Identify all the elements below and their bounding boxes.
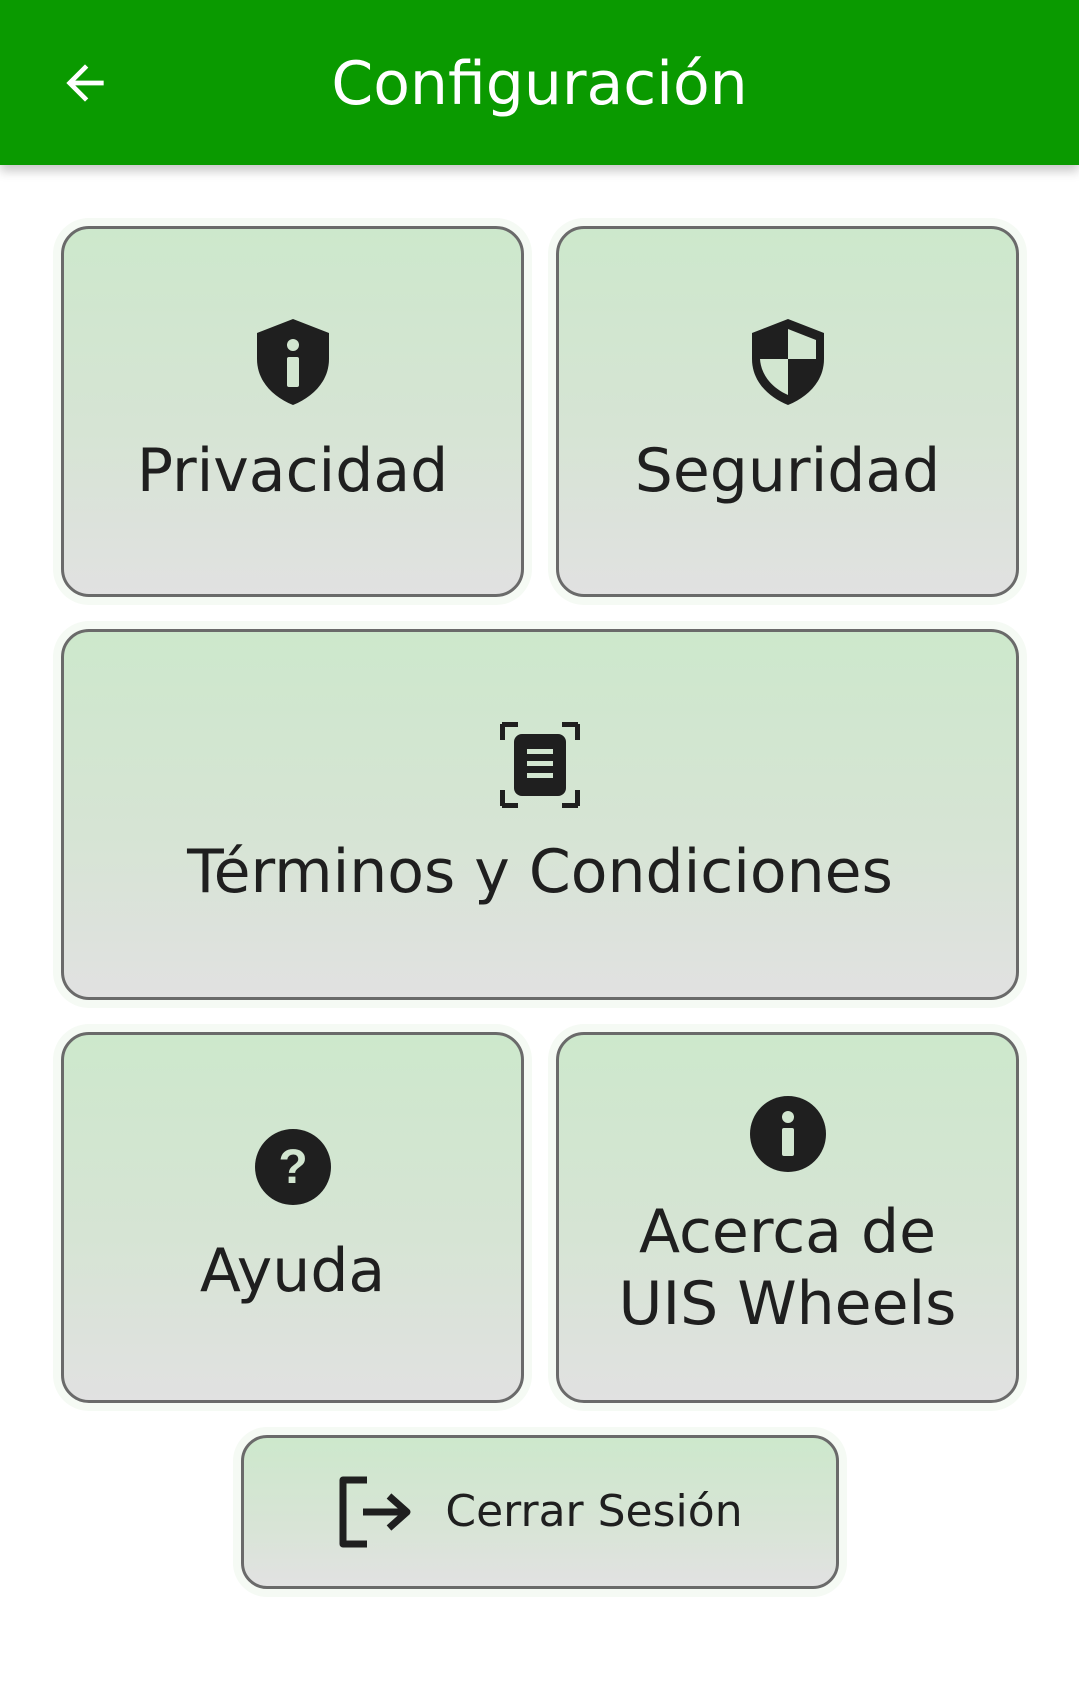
privacy-label: Privacidad bbox=[136, 435, 449, 506]
help-card[interactable]: ? Ayuda bbox=[61, 1032, 524, 1403]
help-label: Ayuda bbox=[199, 1235, 386, 1306]
terms-label: Términos y Condiciones bbox=[187, 836, 893, 907]
logout-label: Cerrar Sesión bbox=[445, 1486, 743, 1537]
security-card[interactable]: Seguridad bbox=[556, 226, 1019, 597]
terms-card[interactable]: Términos y Condiciones bbox=[61, 629, 1019, 1000]
info-circle-icon bbox=[749, 1095, 826, 1172]
help-circle-icon: ? bbox=[254, 1128, 331, 1205]
page-title: Configuración bbox=[331, 49, 748, 119]
shield-info-icon bbox=[253, 317, 333, 407]
about-card[interactable]: Acerca de UIS Wheels bbox=[556, 1032, 1019, 1403]
about-label: Acerca de UIS Wheels bbox=[618, 1196, 957, 1339]
logout-button[interactable]: Cerrar Sesión bbox=[241, 1435, 839, 1589]
security-shield-icon bbox=[748, 317, 828, 407]
svg-text:?: ? bbox=[278, 1141, 307, 1194]
document-scan-icon bbox=[500, 721, 580, 808]
security-label: Seguridad bbox=[634, 435, 941, 506]
app-bar: Configuración bbox=[0, 0, 1079, 165]
logout-icon bbox=[339, 1476, 411, 1548]
privacy-card[interactable]: Privacidad bbox=[61, 226, 524, 597]
